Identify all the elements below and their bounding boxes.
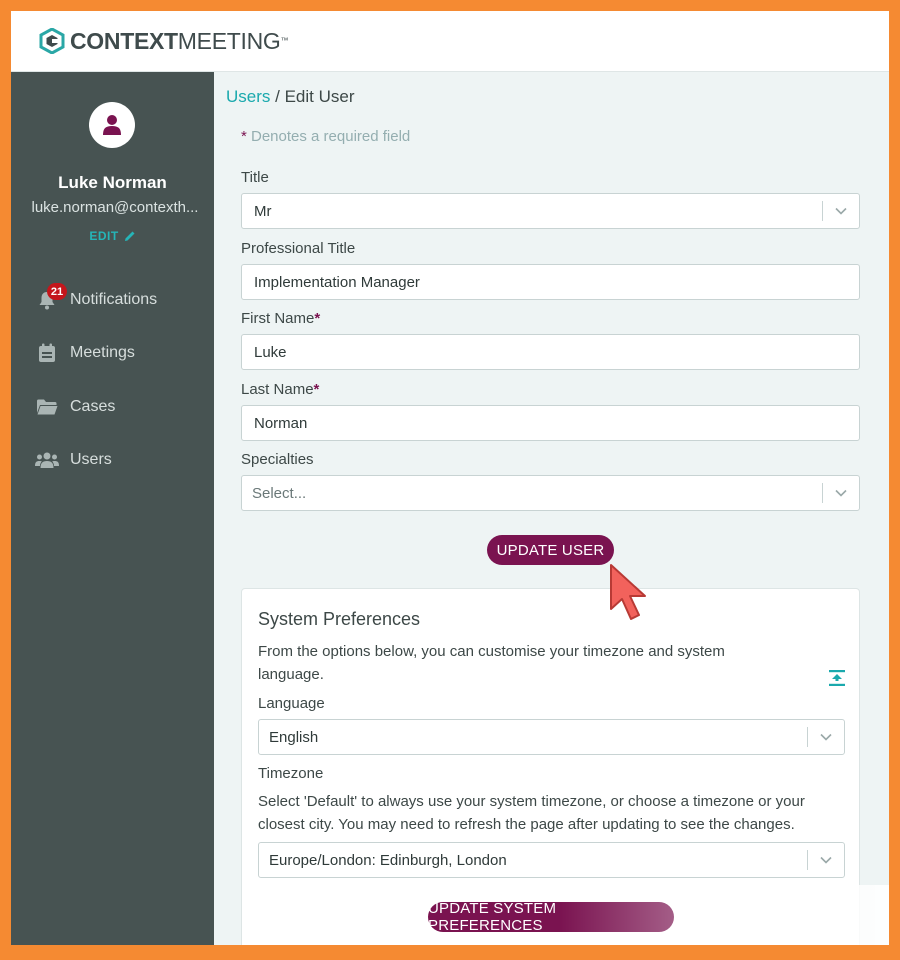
language-label: Language	[258, 695, 325, 712]
required-field-note: * Denotes a required field	[241, 128, 410, 145]
sidebar-item-label: Users	[70, 451, 112, 468]
brand-logo[interactable]: CONTEXTMEETING™	[39, 28, 288, 54]
title-select-toggle[interactable]	[822, 201, 859, 221]
professional-title-input[interactable]: Implementation Manager	[241, 264, 860, 300]
pencil-icon	[124, 231, 135, 241]
main-content: Users / Edit User * Denotes a required f…	[214, 72, 889, 945]
specialties-select[interactable]: Select...	[241, 475, 860, 511]
language-select[interactable]: English	[258, 719, 845, 755]
cursor-pointer-icon	[610, 564, 646, 620]
brand-name: CONTEXTMEETING™	[70, 28, 288, 54]
edit-profile-link[interactable]: EDIT	[11, 229, 214, 243]
profile-email: luke.norman@contexth...	[31, 199, 199, 216]
required-note-text: Denotes a required field	[246, 128, 411, 145]
bell-icon: 21	[34, 283, 67, 311]
system-preferences-title: System Preferences	[258, 609, 421, 629]
sidebar-item-meetings[interactable]: Meetings	[34, 341, 135, 365]
profile-name: Luke Norman	[58, 173, 167, 192]
folder-icon	[34, 396, 60, 418]
professional-title-value: Implementation Manager	[254, 273, 420, 291]
timezone-select[interactable]: Europe/London: Edinburgh, London	[258, 842, 845, 878]
trademark: ™	[280, 36, 289, 45]
sidebar-item-notifications[interactable]: 21 Notifications	[34, 283, 158, 312]
title-label: Title	[241, 169, 269, 186]
brand-name-light: MEETING	[177, 28, 281, 54]
top-bar: CONTEXTMEETING™	[11, 11, 889, 72]
logo-mark-icon	[39, 28, 65, 54]
brand-name-bold: CONTEXT	[70, 28, 178, 54]
professional-title-label: Professional Title	[241, 240, 356, 257]
collapse-icon[interactable]	[828, 669, 846, 687]
user-icon	[103, 115, 121, 135]
required-star: *	[314, 310, 321, 327]
system-preferences-panel: System Preferences From the options belo…	[241, 588, 860, 945]
breadcrumb-separator: /	[270, 87, 285, 106]
sidebar-item-users[interactable]: Users	[34, 448, 112, 472]
language-value: English	[269, 728, 319, 746]
update-user-button[interactable]: UPDATE USER	[487, 535, 614, 565]
avatar[interactable]	[89, 102, 135, 148]
breadcrumb-current: Edit User	[284, 87, 355, 106]
sidebar-item-label: Notifications	[70, 291, 158, 308]
title-select[interactable]: Mr	[241, 193, 860, 229]
last-name-value: Norman	[254, 414, 308, 432]
specialties-label: Specialties	[241, 451, 314, 468]
sidebar-item-cases[interactable]: Cases	[34, 395, 115, 419]
timezone-help-text: Select 'Default' to always use your syst…	[258, 793, 805, 833]
sidebar-item-label: Cases	[70, 398, 116, 415]
breadcrumb-users-link[interactable]: Users	[226, 87, 270, 106]
breadcrumb: Users / Edit User	[226, 87, 355, 107]
first-name-input[interactable]: Luke	[241, 334, 860, 370]
edit-profile-label: EDIT	[89, 229, 119, 243]
required-star: *	[313, 381, 320, 398]
sidebar: Luke Norman luke.norman@contexth... EDIT…	[11, 72, 214, 945]
last-name-input[interactable]: Norman	[241, 405, 860, 441]
first-name-label-text: First Name	[241, 310, 315, 327]
timezone-value: Europe/London: Edinburgh, London	[269, 851, 507, 869]
calendar-icon	[34, 342, 60, 364]
timezone-label: Timezone	[258, 765, 324, 782]
title-select-value: Mr	[254, 202, 272, 220]
system-preferences-description: From the options below, you can customis…	[258, 643, 725, 683]
timezone-select-toggle[interactable]	[807, 850, 844, 870]
chevron-down-icon	[835, 489, 847, 497]
first-name-label: First Name*	[241, 310, 320, 327]
last-name-label-text: Last Name	[241, 381, 314, 398]
specialties-select-toggle[interactable]	[822, 483, 859, 503]
first-name-value: Luke	[254, 343, 287, 361]
chevron-down-icon	[820, 856, 832, 864]
sidebar-item-label: Meetings	[70, 344, 135, 361]
users-icon	[34, 449, 60, 471]
language-select-toggle[interactable]	[807, 727, 844, 747]
last-name-label: Last Name*	[241, 381, 319, 398]
app-window: CONTEXTMEETING™ Luke Norman luke.norman@…	[11, 11, 889, 945]
chevron-down-icon	[820, 733, 832, 741]
update-system-preferences-button[interactable]: UPDATE SYSTEM PREFERENCES	[428, 900, 674, 934]
chevron-down-icon	[835, 207, 847, 215]
specialties-placeholder: Select...	[252, 484, 307, 502]
notification-badge: 21	[47, 283, 67, 300]
